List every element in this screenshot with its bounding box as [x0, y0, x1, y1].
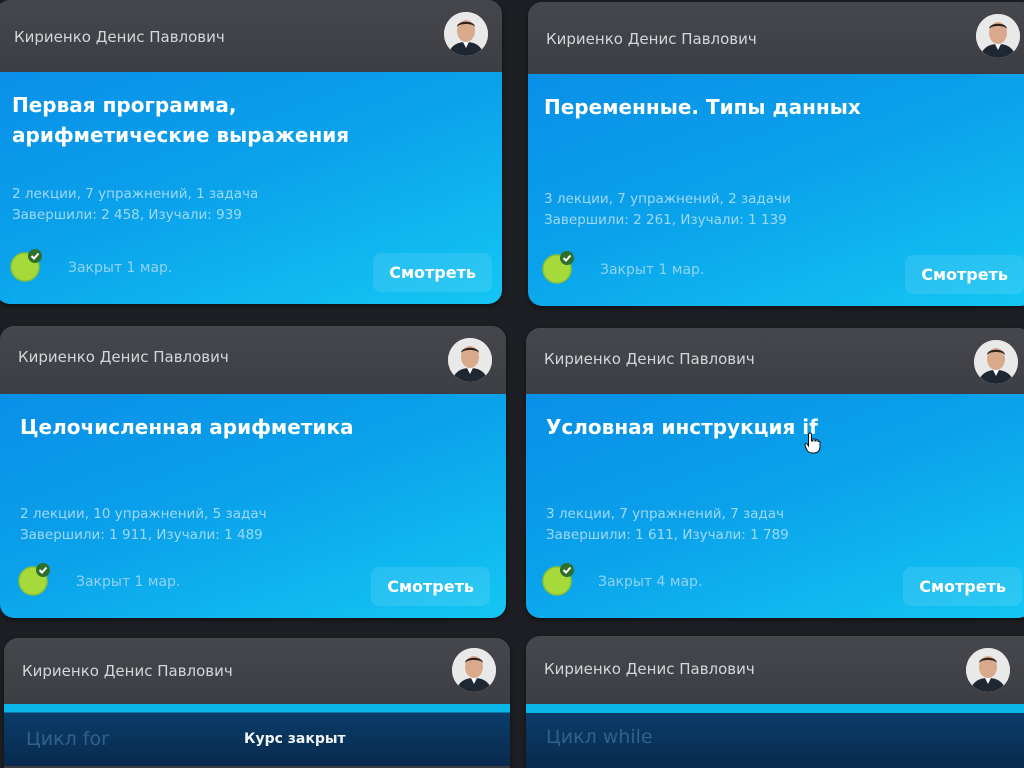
card-header: Кириенко Денис Павлович [0, 326, 506, 394]
course-title[interactable]: Условная инструкция if [546, 412, 1016, 442]
stats-lessons: 3 лекции, 7 упражнений, 2 задачи [544, 191, 791, 207]
author-name: Кириенко Денис Павлович [18, 348, 229, 366]
course-stats: 3 лекции, 7 упражнений, 2 задачи Заверши… [544, 189, 791, 231]
stats-lessons: 2 лекции, 7 упражнений, 1 задача [12, 186, 259, 202]
closed-date: Закрыт 1 мар. [600, 262, 705, 278]
card-body: Целочисленная арифметика 2 лекции, 10 уп… [0, 394, 506, 618]
avatar [974, 340, 1018, 384]
avatar [448, 338, 492, 382]
card-header: Кириенко Денис Павлович [526, 636, 1024, 704]
closed-date: Закрыт 1 мар. [76, 574, 181, 590]
card-header: Кириенко Денис Павлович [528, 2, 1024, 74]
completed-check-icon [542, 251, 574, 284]
view-button[interactable]: Смотреть [905, 255, 1024, 294]
avatar [966, 648, 1010, 692]
author-name: Кириенко Денис Павлович [544, 350, 755, 368]
course-title[interactable]: Переменные. Типы данных [544, 92, 1018, 122]
course-card-1[interactable]: Кириенко Денис Павлович Первая программа… [0, 0, 502, 304]
avatar [444, 12, 488, 56]
view-button[interactable]: Смотреть [371, 567, 490, 606]
course-title[interactable]: Первая программа, арифметические выражен… [12, 90, 486, 150]
course-stats: 2 лекции, 7 упражнений, 1 задача Заверши… [12, 184, 258, 226]
hand-cursor-icon [804, 432, 821, 454]
author-name: Кириенко Денис Павлович [544, 660, 755, 678]
course-title[interactable]: Целочисленная арифметика [20, 412, 490, 442]
card-body: Цикл while [526, 704, 1024, 768]
card-body: Переменные. Типы данных 3 лекции, 7 упра… [528, 74, 1024, 306]
completed-check-icon [18, 563, 50, 596]
card-body-locked: Цикл for Курс закрыт [4, 704, 510, 766]
card-header: Кириенко Денис Павлович [4, 638, 510, 704]
course-title[interactable]: Цикл for [26, 728, 109, 750]
card-body: Первая программа, арифметические выражен… [0, 72, 502, 304]
card-body: Условная инструкция if 3 лекции, 7 упраж… [526, 394, 1024, 618]
course-card-2[interactable]: Кириенко Денис Павлович Переменные. Типы… [528, 2, 1024, 306]
course-card-4[interactable]: Кириенко Денис Павлович Условная инструк… [526, 328, 1024, 618]
course-stats: 2 лекции, 10 упражнений, 5 задач Заверши… [20, 504, 267, 546]
view-button[interactable]: Смотреть [373, 253, 492, 292]
card-header: Кириенко Денис Павлович [0, 0, 502, 72]
avatar [452, 648, 496, 692]
author-name: Кириенко Денис Павлович [14, 28, 225, 46]
stats-lessons: 2 лекции, 10 упражнений, 5 задач [20, 506, 267, 522]
author-name: Кириенко Денис Павлович [22, 662, 233, 680]
course-title[interactable]: Цикл while [546, 726, 653, 748]
card-header: Кириенко Денис Павлович [526, 328, 1024, 394]
stats-completed: Завершили: 1 911, Изучали: 1 489 [20, 527, 263, 543]
course-card-6[interactable]: Кириенко Денис Павлович Цикл while [526, 636, 1024, 768]
course-card-5[interactable]: Кириенко Денис Павлович Цикл for Курс за… [4, 638, 510, 768]
closed-date: Закрыт 1 мар. [68, 260, 173, 276]
avatar [976, 14, 1020, 58]
course-card-3[interactable]: Кириенко Денис Павлович Целочисленная ар… [0, 326, 506, 618]
course-locked-label: Курс закрыт [244, 731, 346, 747]
completed-check-icon [10, 249, 42, 282]
stats-completed: Завершили: 2 458, Изучали: 939 [12, 207, 242, 223]
stats-completed: Завершили: 2 261, Изучали: 1 139 [544, 212, 787, 228]
view-button[interactable]: Смотреть [903, 567, 1022, 606]
stats-lessons: 3 лекции, 7 упражнений, 7 задач [546, 506, 784, 522]
course-stats: 3 лекции, 7 упражнений, 7 задач Завершил… [546, 504, 789, 546]
stats-completed: Завершили: 1 611, Изучали: 1 789 [546, 527, 789, 543]
closed-date: Закрыт 4 мар. [598, 574, 703, 590]
completed-check-icon [542, 563, 574, 596]
author-name: Кириенко Денис Павлович [546, 30, 757, 48]
